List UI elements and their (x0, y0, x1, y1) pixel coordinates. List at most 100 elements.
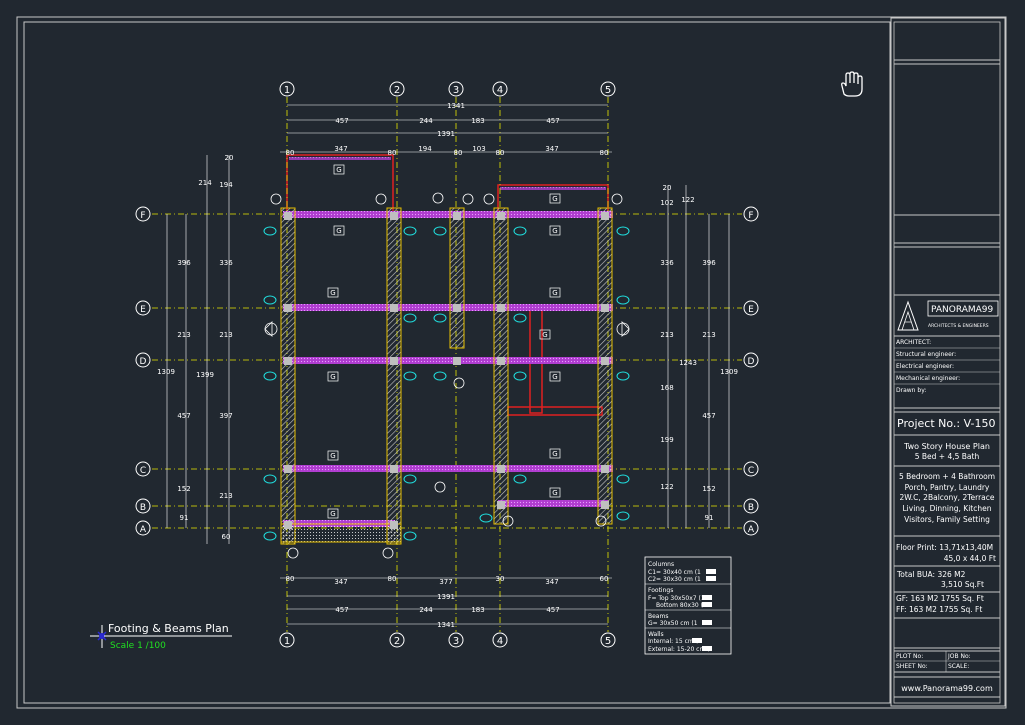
dim-right-outer: 152 (702, 485, 715, 493)
footing-tag: G (330, 373, 335, 381)
dim-top-2: 80 (388, 149, 397, 157)
grid-label-4: 4 (497, 85, 503, 96)
dim-left-top: 194 (219, 181, 233, 189)
drawing-title-block: Footing & Beams Plan Scale 1 /100 (90, 622, 232, 651)
legend-footings-header: Footings (648, 587, 673, 594)
grid-label-e: E (140, 305, 146, 315)
footing-tag: G (330, 289, 335, 297)
plot-no: PLOT No: (896, 653, 923, 660)
dim-bottom-total: 1341 (437, 621, 455, 629)
columns (284, 212, 609, 529)
legend-column-item: C1= 30x40 cm (1 (648, 569, 701, 576)
column-markers (263, 226, 630, 541)
dim-bottom: 30 (496, 575, 505, 583)
drawing-sheet: PANORAMA99 ARCHITECTS & ENGINEERS ARCHIT… (0, 0, 1025, 725)
grid-label-2: 2 (394, 636, 400, 647)
role-architect: ARCHITECT: (896, 339, 931, 346)
grid-bubbles-bottom: 1 2 3 4 5 (279, 632, 616, 648)
grid-label-5: 5 (605, 85, 611, 96)
plan-subtitle: 5 Bed + 4,5 Bath (915, 452, 980, 461)
legend-box: Columns C1= 30x40 cm (1 C2= 30x30 cm (1 … (644, 556, 732, 655)
grid-label-4: 4 (497, 636, 503, 647)
dim-bottom-2: 457 (335, 606, 348, 614)
project-number: Project No.: V-150 (897, 417, 995, 430)
grid-label-b: B (748, 503, 754, 513)
dim-top: 457 (335, 117, 348, 125)
dim-top-2: 347 (545, 145, 558, 153)
role-drawn-by: Drawn by: (896, 387, 926, 394)
grid-lines (152, 97, 742, 632)
hand-cursor-icon[interactable] (841, 71, 863, 97)
dimension-lines (166, 104, 730, 625)
scale-label: SCALE: (948, 663, 969, 670)
legend-footing-item: Bottom 80x30 (2 (656, 602, 707, 609)
role-mechanical: Mechanical engineer: (896, 375, 960, 382)
dim-top-total: 1341 (447, 102, 465, 110)
description-line: 5 Bedroom + 4 Bathroom (899, 472, 995, 481)
footing-tag: G (336, 166, 341, 174)
grid-label-3: 3 (453, 636, 459, 647)
grid-label-a: A (140, 525, 147, 535)
footing-tag: G (330, 510, 335, 518)
dimension-texts: 1341 457 244 183 457 1391 80 347 80 194 … (157, 102, 738, 629)
drawing-title: Footing & Beams Plan (108, 622, 229, 635)
total-bua: Total BUA: 326 M2 (896, 570, 966, 579)
dim-right-top: 20 (663, 184, 672, 192)
plan-title: Two Story House Plan (903, 442, 990, 451)
dim-left-outer-total: 1309 (157, 368, 175, 376)
grid-label-d: D (748, 357, 755, 367)
description-line: Living, Dinning, Kitchen (903, 504, 992, 513)
description-list: 5 Bedroom + 4 Bathroom Porch, Pantry, La… (899, 472, 995, 524)
sheet-no: SHEET No: (896, 663, 928, 670)
dim-bottom-2: 183 (471, 606, 484, 614)
dim-right-inner: 168 (660, 384, 673, 392)
dim-top-2: 80 (286, 149, 295, 157)
section-markers (264, 321, 630, 337)
dim-left-inner: 60 (222, 533, 231, 541)
dim-right-inner: 199 (660, 436, 673, 444)
dim-right-top: 122 (681, 196, 694, 204)
grid-label-1: 1 (284, 636, 290, 647)
grid-bubbles-right: F E D C B A (743, 206, 759, 536)
website: www.Panorama99.com (901, 684, 993, 693)
grid-label-b: B (140, 503, 146, 513)
grid-label-e: E (748, 305, 754, 315)
footing-tag: G (552, 373, 557, 381)
dim-bottom: 80 (388, 575, 397, 583)
description-line: Porch, Pantry, Laundry (905, 483, 990, 492)
role-structural: Structural engineer: (896, 351, 956, 358)
legend-beams-header: Beams (648, 613, 668, 620)
dim-top-2: 80 (496, 149, 505, 157)
dim-bottom: 347 (334, 578, 347, 586)
grid-label-1: 1 (284, 85, 290, 96)
dim-right-inner: 213 (660, 331, 673, 339)
legend-footing-item: F= Top 30x50x7 (1 (648, 595, 705, 602)
dim-bottom-2: 457 (546, 606, 559, 614)
dim-top: 183 (471, 117, 484, 125)
dim-left-inner: 336 (219, 259, 233, 267)
footing-tag: G (552, 489, 557, 497)
dim-left-outer: 152 (177, 485, 190, 493)
dim-left-inner: 213 (219, 331, 232, 339)
floor-print: Floor Print: 13,71x13,40M (896, 543, 993, 552)
description-line: Visitors, Family Setting (904, 515, 990, 524)
grid-label-5: 5 (605, 636, 611, 647)
footing-beams-plan: G G G G G G G G G G G G G 1 2 3 4 5 1 2 … (90, 71, 863, 655)
dim-left-inner: 397 (219, 412, 232, 420)
gf-area: GF: 163 M2 1755 Sq. Ft (896, 594, 984, 603)
legend-walls-header: Walls (648, 631, 664, 638)
footing-tag: G (336, 227, 341, 235)
grid-label-3: 3 (453, 85, 459, 96)
grid-label-a: A (748, 525, 755, 535)
dim-top-2: 80 (600, 149, 609, 157)
dim-top-2: 347 (334, 145, 347, 153)
legend-columns-header: Columns (648, 561, 674, 568)
grid-label-2: 2 (394, 85, 400, 96)
grid-label-f: F (748, 211, 753, 221)
dim-right-inner: 122 (660, 483, 673, 491)
grid-bubbles-top: 1 2 3 4 5 (279, 81, 616, 97)
dim-right-inner-total: 1243 (679, 359, 697, 367)
legend-column-item: C2= 30x30 cm (1 (648, 576, 701, 583)
footing-tag: G (552, 195, 557, 203)
dim-right-outer: 457 (702, 412, 715, 420)
